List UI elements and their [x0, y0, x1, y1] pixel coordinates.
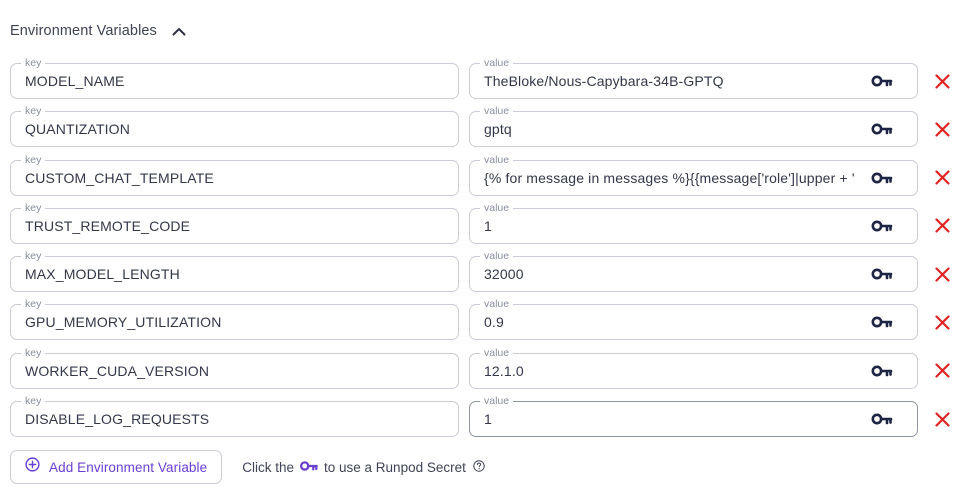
key-icon[interactable] — [871, 314, 893, 330]
env-var-key-text: WORKER_CUDA_VERSION — [25, 362, 210, 379]
key-icon — [299, 460, 319, 475]
close-icon[interactable] — [932, 71, 952, 91]
close-icon[interactable] — [932, 361, 952, 381]
env-var-key-input[interactable]: key CUSTOM_CHAT_TEMPLATE — [10, 152, 459, 196]
key-icon[interactable] — [871, 73, 893, 89]
env-var-value-input[interactable]: value TheBloke/Nous-Capybara-34B-GPTQ — [469, 56, 918, 99]
env-var-value-text: 32000 — [484, 266, 524, 283]
hint-prefix: Click the — [242, 459, 295, 475]
key-icon[interactable] — [871, 218, 893, 234]
env-var-row: key WORKER_CUDA_VERSION value 12.1.0 — [10, 345, 960, 395]
key-icon[interactable] — [871, 266, 893, 282]
env-var-value-text: 12.1.0 — [484, 362, 524, 379]
question-circle-icon[interactable] — [473, 459, 485, 475]
env-var-value-input[interactable]: value 32000 — [469, 249, 918, 293]
key-icon[interactable] — [871, 121, 893, 137]
section-title: Environment Variables — [10, 23, 157, 39]
env-var-value-text: gptq — [484, 121, 512, 138]
env-var-key-input[interactable]: key WORKER_CUDA_VERSION — [10, 345, 459, 389]
env-vars-footer: Add Environment Variable Click the to us… — [10, 450, 485, 484]
env-var-key-input[interactable]: key DISABLE_LOG_REQUESTS — [10, 394, 459, 438]
env-var-key-input[interactable]: key MAX_MODEL_LENGTH — [10, 249, 459, 293]
chevron-up-icon[interactable] — [171, 23, 187, 39]
env-var-value-text: TheBloke/Nous-Capybara-34B-GPTQ — [484, 73, 724, 89]
hint-suffix: to use a Runpod Secret — [324, 459, 466, 475]
env-var-key-text: MODEL_NAME — [25, 73, 125, 89]
env-var-key-input[interactable]: key TRUST_REMOTE_CODE — [10, 200, 459, 244]
env-var-key-text: MAX_MODEL_LENGTH — [25, 266, 180, 283]
env-var-row: key TRUST_REMOTE_CODE value 1 — [10, 200, 960, 250]
env-var-row: key MAX_MODEL_LENGTH value 32000 — [10, 249, 960, 298]
key-icon[interactable] — [871, 411, 893, 427]
env-var-value-text: 1 — [484, 411, 492, 428]
env-var-value-input[interactable]: value 1 — [469, 200, 918, 244]
plus-circle-icon — [25, 457, 40, 477]
env-var-value-input[interactable]: value 12.1.0 — [469, 345, 918, 389]
close-icon[interactable] — [932, 168, 952, 188]
env-var-key-text: CUSTOM_CHAT_TEMPLATE — [25, 169, 214, 186]
env-var-value-input[interactable]: value {% for message in messages %}{{mess… — [469, 152, 918, 196]
env-var-row: key QUANTIZATION value gptq — [10, 104, 960, 153]
env-vars-section-header[interactable]: Environment Variables — [10, 18, 187, 44]
env-var-key-text: QUANTIZATION — [25, 121, 130, 138]
env-var-key-text: TRUST_REMOTE_CODE — [25, 217, 191, 234]
key-icon[interactable] — [871, 170, 893, 186]
close-icon[interactable] — [932, 216, 952, 236]
add-env-var-button[interactable]: Add Environment Variable — [10, 450, 223, 484]
env-var-value-text: 0.9 — [484, 314, 504, 331]
env-var-value-input[interactable]: value 1 — [469, 394, 918, 438]
env-var-key-input[interactable]: key GPU_MEMORY_UTILIZATION — [10, 297, 459, 341]
env-vars-list: key MODEL_NAME value TheBloke/Nous-Capybara… — [10, 56, 960, 443]
close-icon[interactable] — [932, 119, 952, 139]
env-var-value-input[interactable]: value 0.9 — [469, 297, 918, 341]
close-icon[interactable] — [932, 264, 952, 284]
env-var-key-text: DISABLE_LOG_REQUESTS — [25, 411, 210, 428]
close-icon[interactable] — [932, 409, 952, 429]
secret-hint: Click the to use a Runpod Secret — [242, 460, 485, 475]
env-var-row: key MODEL_NAME value TheBloke/Nous-Capybara… — [10, 56, 960, 105]
close-icon[interactable] — [932, 312, 952, 332]
env-var-row: key CUSTOM_CHAT_TEMPLATE value {% for messa… — [10, 152, 960, 202]
env-var-value-text: 1 — [484, 217, 492, 234]
env-var-key-input[interactable]: key MODEL_NAME — [10, 56, 459, 99]
env-var-key-input[interactable]: key QUANTIZATION — [10, 104, 459, 148]
env-var-row: key GPU_MEMORY_UTILIZATION value 0.9 — [10, 297, 960, 346]
env-var-row: key DISABLE_LOG_REQUESTS value 1 — [10, 394, 960, 443]
env-var-value-input[interactable]: value gptq — [469, 104, 918, 148]
env-var-key-text: GPU_MEMORY_UTILIZATION — [25, 314, 222, 331]
env-var-value-text: {% for message in messages %}{{message['… — [484, 169, 855, 186]
key-icon[interactable] — [871, 363, 893, 379]
add-env-var-label: Add Environment Variable — [49, 459, 208, 475]
